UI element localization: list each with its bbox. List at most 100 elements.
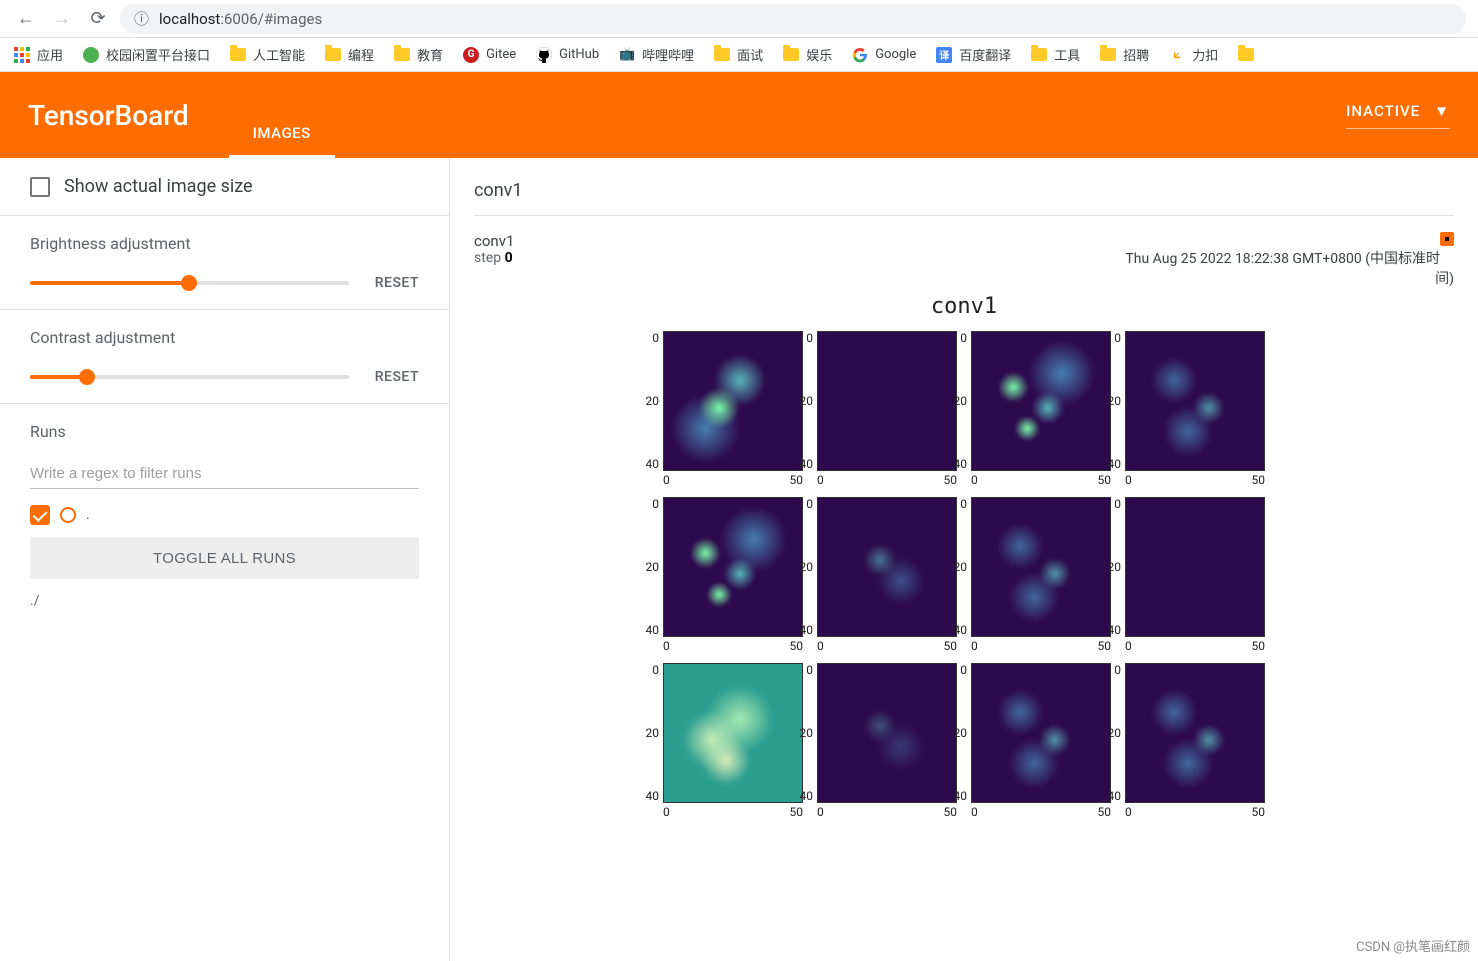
bookmark-item[interactable]: Google <box>852 47 916 63</box>
apps-label: 应用 <box>37 45 63 64</box>
feature-map-cell: 02040 050 <box>1125 497 1265 653</box>
folder-icon <box>394 48 410 61</box>
browser-nav-bar: ← → ⟳ ⓘ localhost:6006/#images <box>0 0 1478 38</box>
feature-map[interactable] <box>971 663 1111 803</box>
feature-map-cell: 02040 050 <box>817 331 957 487</box>
feature-map-cell: 02040 050 <box>971 663 1111 819</box>
step-label: step <box>474 250 501 266</box>
image-title: conv1 <box>474 294 1454 319</box>
show-actual-size-label: Show actual image size <box>64 176 253 197</box>
brightness-slider[interactable] <box>30 281 349 285</box>
leetcode-icon: ⟀ <box>1169 47 1185 63</box>
feature-map[interactable] <box>1125 663 1265 803</box>
bookmarks-bar: 应用 校园闲置平台接口 人工智能 编程 教育 GGitee GitHub 📺哔哩… <box>0 38 1478 72</box>
bookmark-item[interactable]: 娱乐 <box>783 45 832 64</box>
bookmark-item[interactable]: 校园闲置平台接口 <box>83 45 210 64</box>
content-pane: conv1 conv1 step 0 Thu Aug 25 2022 18:22… <box>450 158 1478 961</box>
timestamp: Thu Aug 25 2022 18:22:38 GMT+0800 (中国标准时… <box>1121 248 1454 288</box>
bookmark-item[interactable]: 编程 <box>325 45 374 64</box>
folder-icon <box>325 48 341 61</box>
feature-map[interactable] <box>971 331 1111 471</box>
feature-map-cell: 02040 050 <box>663 331 803 487</box>
bookmark-item[interactable]: ⟀力扣 <box>1169 45 1218 64</box>
run-radio[interactable] <box>60 507 76 523</box>
reload-button[interactable]: ⟳ <box>84 5 112 33</box>
address-bar[interactable]: ⓘ localhost:6006/#images <box>120 4 1466 34</box>
feature-map-cell: 02040 050 <box>971 497 1111 653</box>
feature-map[interactable] <box>663 663 803 803</box>
folder-icon <box>1031 48 1047 61</box>
feature-map[interactable] <box>663 331 803 471</box>
bookmark-item[interactable]: 教育 <box>394 45 443 64</box>
folder-icon <box>230 48 246 61</box>
feature-map[interactable] <box>817 331 957 471</box>
translate-icon: 译 <box>936 47 952 63</box>
folder-icon <box>714 48 730 61</box>
apps-button[interactable]: 应用 <box>14 45 63 64</box>
folder-icon <box>1100 48 1116 61</box>
bookmark-item[interactable] <box>1238 47 1254 63</box>
url-path: /#images <box>258 10 323 28</box>
feature-map[interactable] <box>663 497 803 637</box>
run-path-label: ./ <box>30 593 419 609</box>
google-icon <box>852 47 868 63</box>
bookmark-item[interactable]: GitHub <box>536 47 599 63</box>
feature-map[interactable] <box>1125 497 1265 637</box>
apps-icon <box>14 47 30 63</box>
feature-map[interactable] <box>817 497 957 637</box>
feature-map[interactable] <box>971 497 1111 637</box>
feature-map-grid: 02040 050 02040 050 02040 050 02040 050 <box>474 331 1454 819</box>
bookmark-item[interactable]: 📺哔哩哔哩 <box>619 45 694 64</box>
tab-images[interactable]: IMAGES <box>229 110 335 158</box>
contrast-reset-button[interactable]: RESET <box>375 369 419 385</box>
contrast-thumb[interactable] <box>79 369 95 385</box>
feature-map-cell: 02040 050 <box>971 331 1111 487</box>
run-color-badge[interactable] <box>1440 232 1454 246</box>
bookmark-item[interactable]: 译百度翻译 <box>936 45 1011 64</box>
forward-button[interactable]: → <box>48 5 76 33</box>
feature-map[interactable] <box>1125 331 1265 471</box>
bookmark-item[interactable]: GGitee <box>463 47 516 63</box>
back-button[interactable]: ← <box>12 5 40 33</box>
github-icon <box>536 47 552 63</box>
bookmark-item[interactable]: 招聘 <box>1100 45 1149 64</box>
runs-filter-input[interactable] <box>30 459 419 489</box>
tensorboard-header: TensorBoard IMAGES INACTIVE ▼ <box>0 72 1478 158</box>
card-tag: conv1 <box>474 232 514 250</box>
site-info-icon[interactable]: ⓘ <box>134 8 149 29</box>
brightness-label: Brightness adjustment <box>30 234 419 253</box>
brightness-reset-button[interactable]: RESET <box>375 275 419 291</box>
bookmark-item[interactable]: 工具 <box>1031 45 1080 64</box>
site-icon <box>83 47 99 63</box>
bilibili-icon: 📺 <box>619 47 635 63</box>
feature-map-cell: 02040 050 <box>1125 331 1265 487</box>
contrast-slider[interactable] <box>30 375 349 379</box>
url-host: localhost <box>159 10 220 28</box>
header-tabs: IMAGES <box>229 72 335 158</box>
runs-title: Runs <box>30 422 419 441</box>
feature-map-cell: 02040 050 <box>1125 663 1265 819</box>
bookmark-item[interactable]: 面试 <box>714 45 763 64</box>
tensorboard-logo: TensorBoard <box>28 99 189 132</box>
section-title[interactable]: conv1 <box>474 172 1454 216</box>
feature-map-cell: 02040 050 <box>817 663 957 819</box>
watermark: CSDN @执笔画红颜 <box>1356 936 1470 955</box>
contrast-label: Contrast adjustment <box>30 328 419 347</box>
run-dot-label: . <box>86 507 90 523</box>
gitee-icon: G <box>463 47 479 63</box>
url-port: :6006 <box>220 10 257 28</box>
inactive-label: INACTIVE <box>1346 102 1420 120</box>
brightness-thumb[interactable] <box>181 275 197 291</box>
run-checkbox[interactable] <box>30 505 50 525</box>
folder-icon <box>1238 48 1254 61</box>
inactive-dropdown[interactable]: INACTIVE ▼ <box>1346 102 1450 129</box>
show-actual-size-checkbox[interactable] <box>30 177 50 197</box>
chevron-down-icon: ▼ <box>1434 102 1450 120</box>
feature-map[interactable] <box>817 663 957 803</box>
toggle-all-runs-button[interactable]: TOGGLE ALL RUNS <box>30 537 419 579</box>
bookmark-item[interactable]: 人工智能 <box>230 45 305 64</box>
feature-map-cell: 02040 050 <box>663 497 803 653</box>
sidebar: Show actual image size Brightness adjust… <box>0 158 450 961</box>
folder-icon <box>783 48 799 61</box>
feature-map-cell: 02040 050 <box>663 663 803 819</box>
